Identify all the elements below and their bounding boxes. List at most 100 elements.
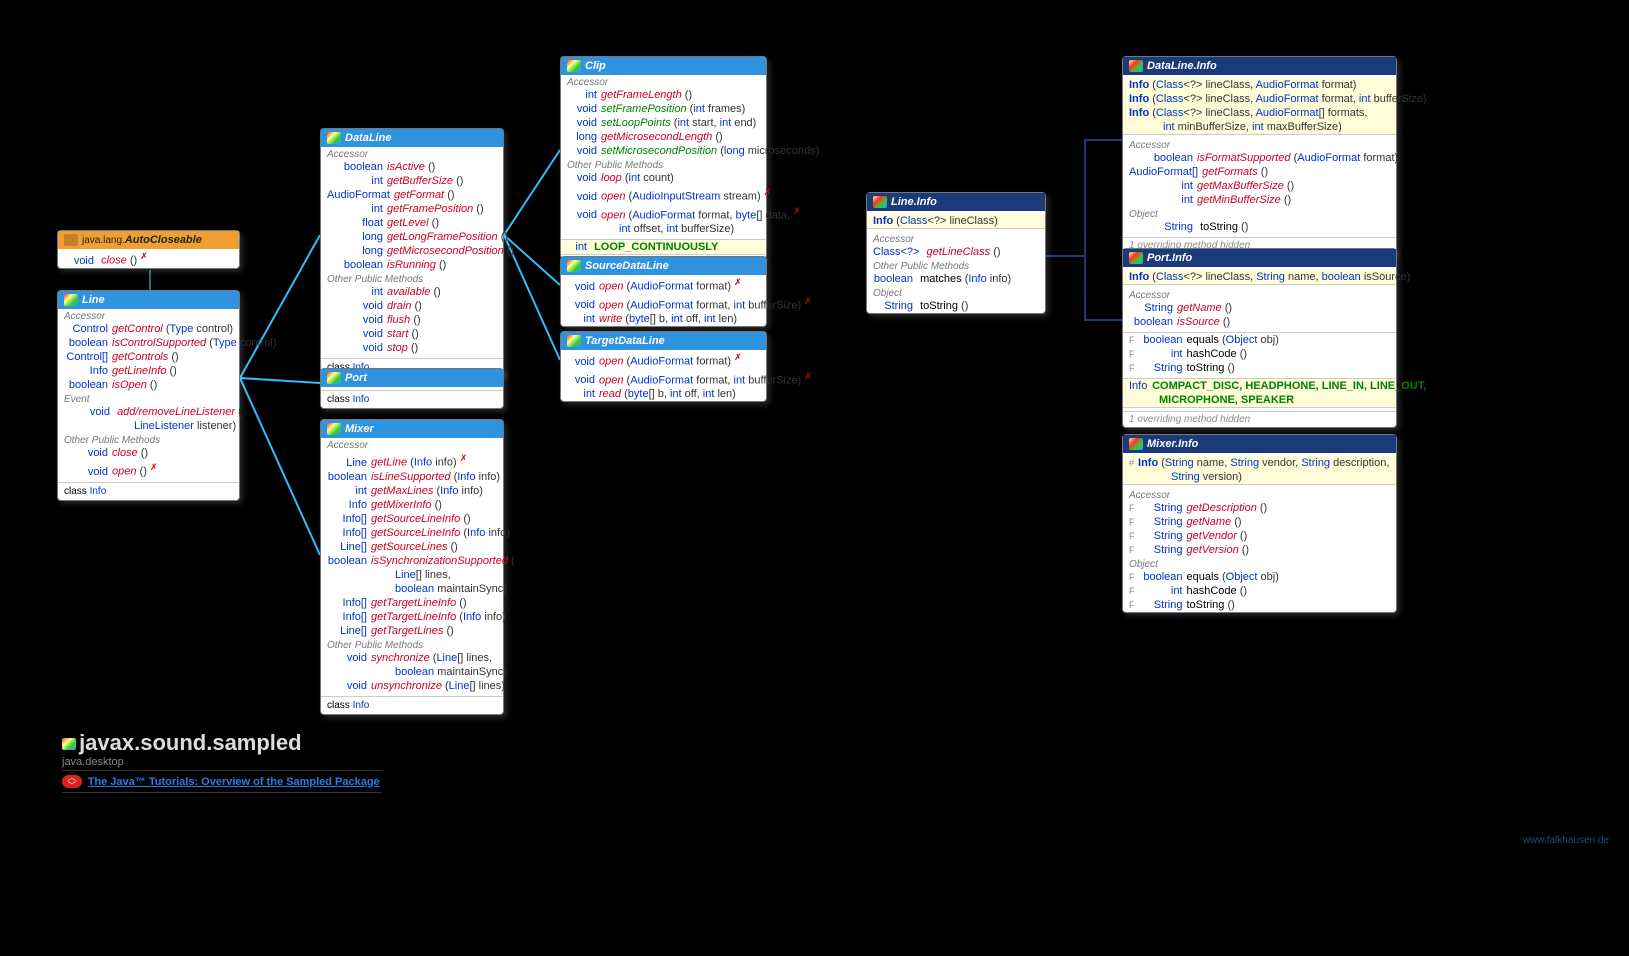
- interface-targetdataline: TargetDataLine voidopen (AudioFormat for…: [560, 331, 767, 402]
- mixerinfo-title: Mixer.Info: [1147, 438, 1198, 450]
- method-row: voidflush (): [321, 313, 503, 327]
- method-row: longgetMicrosecondLength (): [561, 130, 766, 144]
- method-row: StringgetName (): [1123, 301, 1396, 315]
- interface-autocloseable: java.lang.AutoCloseable void close () ✗: [57, 230, 240, 269]
- method-row: FStringgetVendor (): [1123, 529, 1396, 543]
- port-footer: class Info: [321, 390, 503, 408]
- package-module: java.desktop: [62, 756, 124, 768]
- coffee-icon: [64, 234, 78, 246]
- interface-clip: Clip Accessor intgetFrameLength ()voidse…: [560, 56, 767, 259]
- method-row: boolean matches (Info info): [867, 272, 1045, 286]
- class-datalineinfo: DataLine.Info Info (Class<?> lineClass, …: [1122, 56, 1397, 254]
- ctor-block: #Info (String name, String vendor, Strin…: [1123, 456, 1396, 485]
- section-label: Object: [1123, 557, 1396, 570]
- method-row: voidsetMicrosecondPosition (long microse…: [561, 144, 766, 158]
- tutorial-link[interactable]: ⬭ The Java™ Tutorials: Overview of the S…: [62, 770, 382, 793]
- package-icon: [62, 738, 76, 750]
- method-row: voidopen (AudioFormat format) ✗: [561, 275, 766, 294]
- section-label: Accessor: [867, 232, 1045, 245]
- sourcedataline-title: SourceDataLine: [585, 260, 669, 272]
- method-row: LinegetLine (Info info) ✗: [321, 451, 503, 470]
- targetdataline-header: TargetDataLine: [561, 332, 766, 350]
- method-row: voidunsynchronize (Line[] lines): [321, 679, 503, 693]
- section-label: Accessor: [321, 147, 503, 160]
- method-row: intgetMaxBufferSize (): [1123, 179, 1396, 193]
- method-row: booleanisSource (): [1123, 315, 1396, 329]
- oracle-badge-icon: ⬭: [62, 775, 82, 788]
- method-row: InfogetLineInfo (): [58, 364, 239, 378]
- class-icon: [1129, 252, 1143, 264]
- method-row: voidopen () ✗: [58, 460, 239, 479]
- method-row: intgetFramePosition (): [321, 202, 503, 216]
- method-row: voidstart (): [321, 327, 503, 341]
- sourcedataline-header: SourceDataLine: [561, 257, 766, 275]
- class-lineinfo: Line.Info Info (Class<?> lineClass) Acce…: [866, 192, 1046, 314]
- method-row: booleanisControlSupported (Type control): [58, 336, 239, 350]
- targetdataline-title: TargetDataLine: [585, 335, 665, 347]
- autocloseable-header: java.lang.AutoCloseable: [58, 231, 239, 249]
- section-label: Accessor: [1123, 138, 1396, 151]
- interface-icon: [567, 60, 581, 72]
- method-row: FStringgetName (): [1123, 515, 1396, 529]
- method-row: voidsetFramePosition (int frames): [561, 102, 766, 116]
- method-row: intgetBufferSize (): [321, 174, 503, 188]
- mixer-title: Mixer: [345, 423, 374, 435]
- method-row: intwrite (byte[] b, int off, int len): [561, 312, 766, 326]
- method-row: voidstop (): [321, 341, 503, 355]
- method-row: void close () ✗: [58, 249, 239, 268]
- class-icon: [873, 196, 887, 208]
- method-row-cont: LineListener listener): [58, 419, 239, 433]
- method-row-cont: boolean maintainSync): [321, 665, 503, 679]
- method-row: Class<?> getLineClass (): [867, 245, 1045, 259]
- section-label: Other Public Methods: [58, 433, 239, 446]
- class-icon: [1129, 438, 1143, 450]
- section-label: Accessor: [1123, 288, 1396, 301]
- method-row: AudioFormatgetFormat (): [321, 188, 503, 202]
- interface-line: Line Accessor ControlgetControl (Type co…: [57, 290, 240, 501]
- interface-icon: [567, 260, 581, 272]
- lineinfo-header: Line.Info: [867, 193, 1045, 211]
- mixer-header: Mixer: [321, 420, 503, 438]
- package-title: javax.sound.sampled java.desktop: [62, 730, 302, 768]
- method-row: booleanisOpen (): [58, 378, 239, 392]
- section-label: Accessor: [58, 309, 239, 322]
- method-row: longgetMicrosecondPosition (): [321, 244, 503, 258]
- interface-icon: [64, 294, 78, 306]
- method-row: intavailable (): [321, 285, 503, 299]
- method-row: FinthashCode (): [1123, 584, 1396, 598]
- section-label: Accessor: [321, 438, 503, 451]
- lineinfo-title: Line.Info: [891, 196, 937, 208]
- method-row: InfogetMixerInfo (): [321, 498, 503, 512]
- method-row: Line[]getSourceLines (): [321, 540, 503, 554]
- method-row: longgetLongFramePosition (): [321, 230, 503, 244]
- dataline-title: DataLine: [345, 132, 391, 144]
- autocloseable-prefix: java.lang.: [82, 235, 125, 246]
- clip-title: Clip: [585, 60, 606, 72]
- mixer-footer: class Info: [321, 696, 503, 714]
- interface-icon: [327, 132, 341, 144]
- section-label: Accessor: [561, 75, 766, 88]
- method-row: voidopen (AudioFormat format) ✗: [561, 350, 766, 369]
- class-mixerinfo: Mixer.Info #Info (String name, String ve…: [1122, 434, 1397, 613]
- method-row: String toString (): [1123, 220, 1396, 234]
- line-title: Line: [82, 294, 105, 306]
- method-row-cont: int offset, int bufferSize): [561, 222, 766, 236]
- clip-constants: int LOOP_CONTINUOUSLY: [561, 239, 766, 255]
- method-row: FStringtoString (): [1123, 361, 1396, 375]
- method-row: Info[]getSourceLineInfo (Info info): [321, 526, 503, 540]
- method-row: booleanisFormatSupported (AudioFormat fo…: [1123, 151, 1396, 165]
- method-row: intgetMinBufferSize (): [1123, 193, 1396, 207]
- method-row: FStringgetVersion (): [1123, 543, 1396, 557]
- section-label: Object: [1123, 207, 1396, 220]
- method-row: voiddrain (): [321, 299, 503, 313]
- section-label: Accessor: [1123, 488, 1396, 501]
- interface-dataline: DataLine Accessor booleanisActive ()intg…: [320, 128, 504, 377]
- method-row: intread (byte[] b, int off, int len): [561, 387, 766, 401]
- method-row: void add/removeLineListener (: [58, 405, 239, 419]
- port-title: Port: [345, 372, 367, 384]
- section-label: Other Public Methods: [867, 259, 1045, 272]
- method-row: booleanisActive (): [321, 160, 503, 174]
- credit-link[interactable]: www.falkhausen.de: [1523, 835, 1609, 846]
- method-row: String toString (): [867, 299, 1045, 313]
- method-row: FStringtoString (): [1123, 598, 1396, 612]
